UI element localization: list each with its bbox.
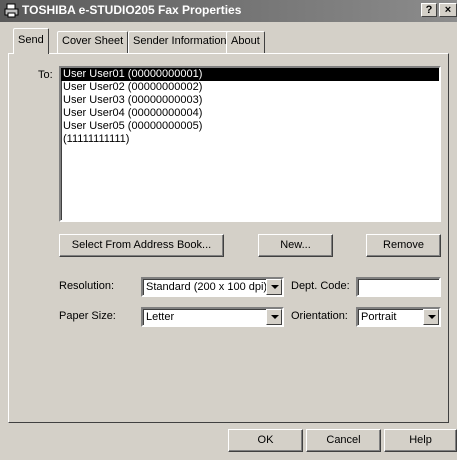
chevron-down-icon[interactable] <box>423 309 439 325</box>
recipients-list[interactable]: User User01 (00000000001) User User02 (0… <box>59 66 441 222</box>
resolution-label: Resolution: <box>59 280 115 292</box>
window-title: TOSHIBA e-STUDIO205 Fax Properties <box>22 3 242 17</box>
close-button[interactable]: × <box>439 3 457 17</box>
help-button[interactable]: Help <box>384 429 457 452</box>
list-item[interactable]: User User05 (00000000005) <box>61 120 439 133</box>
select-address-book-button[interactable]: Select From Address Book... <box>59 234 224 257</box>
orientation-select[interactable]: Portrait <box>356 307 441 327</box>
tab-send[interactable]: Send <box>13 28 49 54</box>
resolution-value: Standard (200 x 100 dpi) <box>146 281 268 293</box>
list-item[interactable]: User User01 (00000000001) <box>61 68 439 81</box>
dept-code-field[interactable] <box>356 277 441 297</box>
printer-icon <box>4 3 19 18</box>
list-item[interactable]: (11111111111) <box>61 133 439 146</box>
paper-size-select[interactable]: Letter <box>141 307 284 327</box>
dept-code-label: Dept. Code: <box>291 280 350 292</box>
paper-size-value: Letter <box>146 311 175 323</box>
title-bar[interactable]: TOSHIBA e-STUDIO205 Fax Properties ? × <box>0 0 457 22</box>
chevron-down-icon[interactable] <box>266 309 282 325</box>
resolution-select[interactable]: Standard (200 x 100 dpi) <box>141 277 284 297</box>
to-label: To: <box>38 69 53 81</box>
help-title-button[interactable]: ? <box>421 3 437 17</box>
new-button[interactable]: New... <box>258 234 333 257</box>
list-item[interactable]: User User04 (00000000004) <box>61 107 439 120</box>
paper-size-label: Paper Size: <box>59 310 116 322</box>
remove-button[interactable]: Remove <box>366 234 441 257</box>
tab-cover-sheet[interactable]: Cover Sheet <box>57 31 129 53</box>
list-item[interactable]: User User02 (00000000002) <box>61 81 439 94</box>
orientation-value: Portrait <box>361 311 397 323</box>
orientation-label: Orientation: <box>291 310 348 322</box>
chevron-down-icon[interactable] <box>266 279 282 295</box>
cancel-button[interactable]: Cancel <box>306 429 381 452</box>
ok-button[interactable]: OK <box>228 429 303 452</box>
tab-about[interactable]: About <box>226 31 265 53</box>
tab-sender-information[interactable]: Sender Information <box>128 31 232 53</box>
fax-properties-window: TOSHIBA e-STUDIO205 Fax Properties ? × S… <box>0 0 457 460</box>
list-item[interactable]: User User03 (00000000003) <box>61 94 439 107</box>
